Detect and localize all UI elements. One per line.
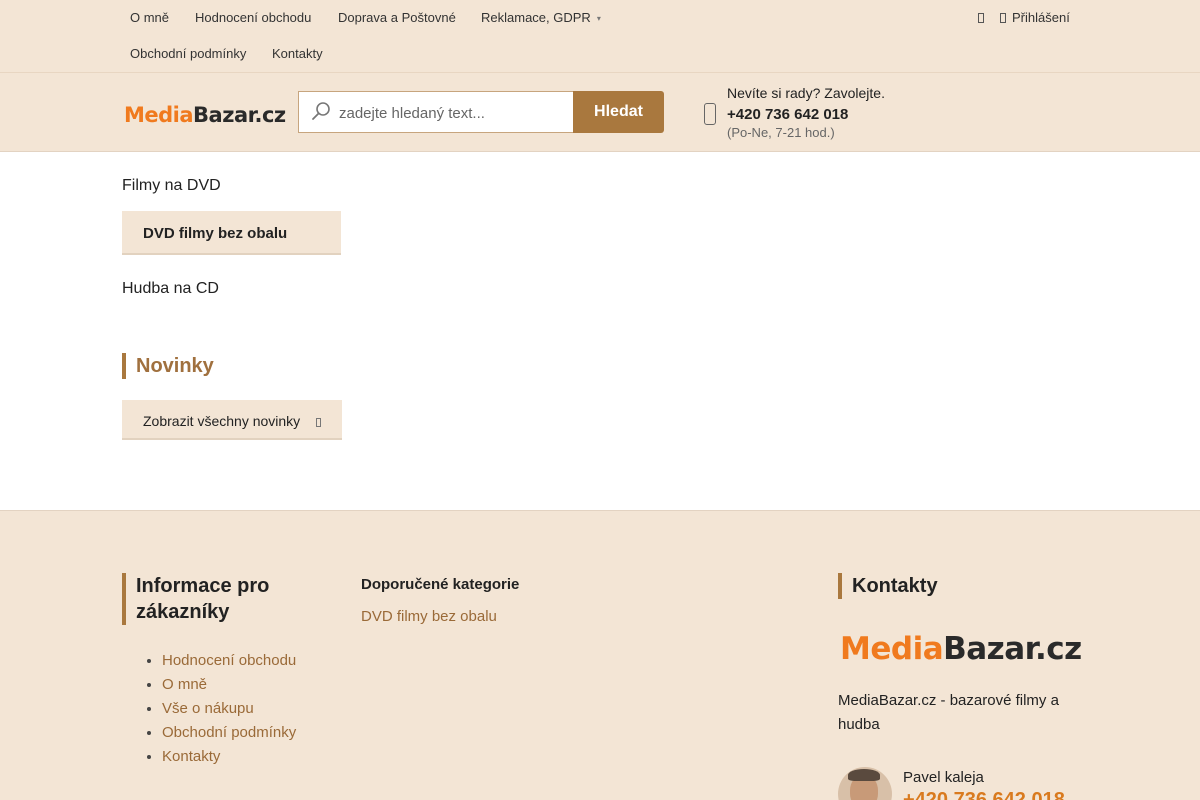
contact-phone[interactable]: +420 736 642 018 [903, 789, 1065, 800]
search-box [298, 91, 574, 133]
logo-part-bazar: Bazar.cz [193, 103, 286, 127]
category-dvd-no-cover[interactable]: DVD filmy bez obalu [122, 211, 341, 255]
footer-info-list: Hodnocení obchodu O mně Vše o nákupu Obc… [162, 651, 296, 771]
footer-link-contacts[interactable]: Kontakty [162, 748, 220, 765]
cart-icon[interactable] [978, 12, 984, 23]
help-hours: (Po-Ne, 7-21 hod.) [727, 125, 835, 140]
nav-item-complaints-label: Reklamace, GDPR [481, 10, 591, 25]
site-header: MediaBazar.cz Hledat Nevíte si rady? Zav… [0, 72, 1200, 152]
list-item: Kontakty [162, 747, 296, 771]
show-all-news-button[interactable]: Zobrazit všechny novinky [122, 400, 342, 440]
nav-item-contacts[interactable]: Kontakty [272, 46, 323, 61]
nav-item-about[interactable]: O mně [130, 10, 169, 25]
footer-link-shopping[interactable]: Vše o nákupu [162, 700, 254, 717]
category-cd[interactable]: Hudba na CD [122, 280, 219, 298]
contact-person-name: Pavel kaleja [903, 769, 984, 786]
category-dvd[interactable]: Filmy na DVD [122, 177, 221, 195]
user-icon [1000, 12, 1006, 23]
search-input[interactable] [339, 102, 565, 124]
logo-part-bazar: Bazar.cz [943, 631, 1082, 667]
top-navigation: O mně Hodnocení obchodu Doprava a Poštov… [0, 0, 1200, 72]
list-item: Vše o nákupu [162, 699, 296, 723]
footer-link-terms[interactable]: Obchodní podmínky [162, 724, 296, 741]
nav-item-complaints[interactable]: Reklamace, GDPR ▾ [481, 10, 601, 25]
list-item: O mně [162, 675, 296, 699]
footer-logo: MediaBazar.cz [840, 631, 1082, 667]
site-logo[interactable]: MediaBazar.cz [124, 103, 286, 127]
show-all-news-label: Zobrazit všechny novinky [143, 413, 301, 429]
logo-part-media: Media [124, 103, 194, 127]
nav-item-shipping[interactable]: Doprava a Poštovné [338, 10, 456, 25]
list-item: Obchodní podmínky [162, 723, 296, 747]
nav-item-rating[interactable]: Hodnocení obchodu [195, 10, 311, 25]
footer-info-heading: Informace pro zákazníky [122, 573, 312, 625]
help-phone[interactable]: +420 736 642 018 [727, 106, 848, 123]
footer-recommended-heading: Doporučené kategorie [361, 576, 520, 593]
nav-item-terms[interactable]: Obchodní podmínky [130, 46, 246, 61]
footer-description: MediaBazar.cz - bazarové filmy a hudba [838, 692, 1059, 733]
site-footer: Informace pro zákazníky Hodnocení obchod… [0, 510, 1200, 800]
login-area: Přihlášení [978, 10, 1070, 25]
list-item: Hodnocení obchodu [162, 651, 296, 675]
avatar [838, 767, 892, 800]
footer-link-rating[interactable]: Hodnocení obchodu [162, 652, 296, 669]
phone-icon [704, 103, 716, 125]
caret-down-icon: ▾ [596, 14, 601, 24]
arrow-right-icon [316, 418, 322, 427]
footer-link-about[interactable]: O mně [162, 676, 207, 693]
novinky-heading: Novinky [122, 353, 214, 379]
help-question: Nevíte si rady? Zavolejte. [727, 85, 885, 101]
footer-contacts-heading: Kontakty [838, 573, 938, 599]
logo-part-media: Media [840, 631, 944, 667]
search-icon [312, 102, 330, 120]
footer-link-dvd-no-cover[interactable]: DVD filmy bez obalu [361, 608, 497, 625]
search-button[interactable]: Hledat [573, 91, 664, 133]
login-link[interactable]: Přihlášení [1012, 10, 1070, 25]
